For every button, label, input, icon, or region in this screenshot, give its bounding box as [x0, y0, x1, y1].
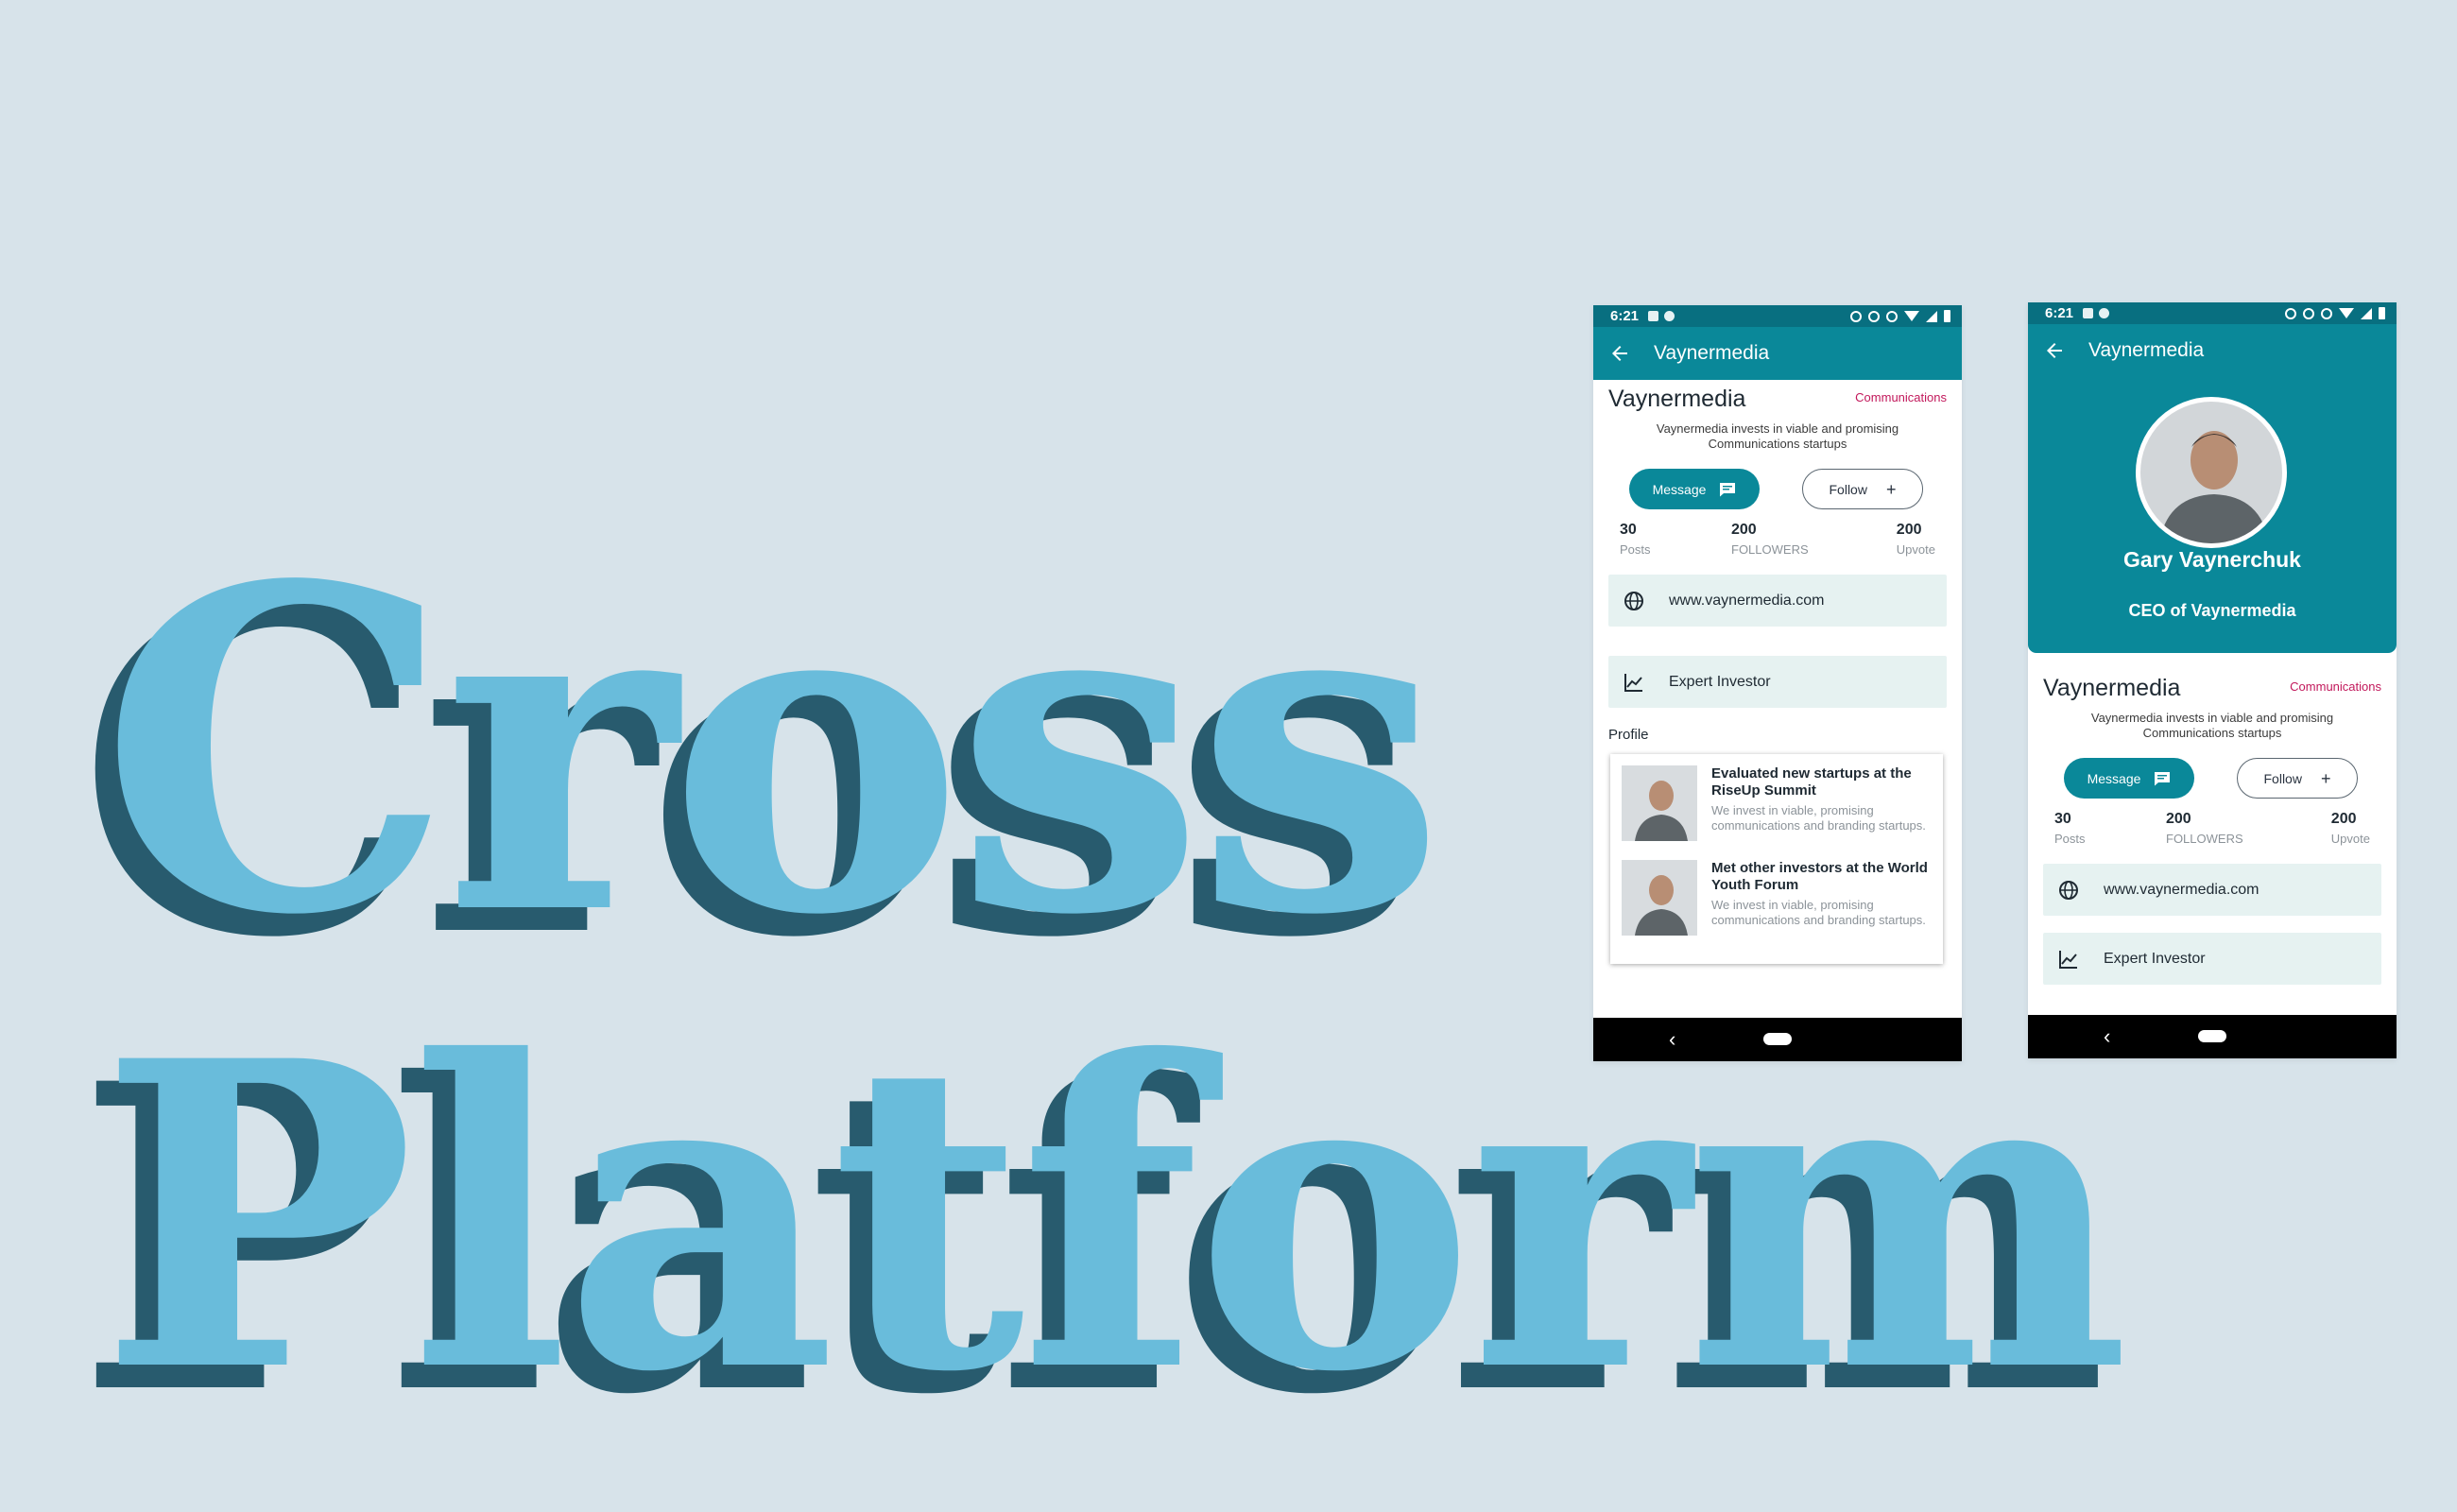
app-bar: Vaynermedia	[2028, 324, 2397, 377]
role-card[interactable]: Expert Investor	[2043, 933, 2381, 985]
chevron-left-icon[interactable]: ‹	[2104, 1024, 2110, 1049]
profile-hero: Gary Vaynerchuk CEO of Vaynermedia	[2028, 377, 2397, 653]
dnd-icon	[2321, 307, 2332, 319]
role-card[interactable]: Expert Investor	[1608, 656, 1947, 708]
headline-line-cross: Cross	[99, 490, 1445, 1012]
stat-upvote: 200 Upvote	[2330, 811, 2370, 846]
chat-icon	[2154, 771, 2171, 786]
message-button[interactable]: Message	[1629, 469, 1760, 509]
post-item[interactable]: Evaluated new startups at the RiseUp Sum…	[1622, 765, 1933, 855]
app-bar-title: Vaynermedia	[2088, 339, 2205, 361]
stat-followers: 200 FOLLOWERS	[2166, 811, 2243, 846]
post-title: Evaluated new startups at the RiseUp Sum…	[1711, 765, 1912, 799]
company-content: Vaynermedia Communications Vaynermedia i…	[2028, 669, 2397, 985]
dnd-icon	[1886, 310, 1898, 322]
website-card[interactable]: www.vaynermedia.com	[2043, 864, 2381, 916]
company-category[interactable]: Communications	[2290, 679, 2381, 694]
notification-icon	[1648, 311, 1659, 321]
status-bar: 6:21	[2028, 302, 2397, 324]
signal-icon	[2361, 307, 2372, 319]
chevron-left-icon[interactable]: ‹	[1669, 1027, 1675, 1052]
wifi-icon	[2339, 308, 2354, 318]
company-name: Vaynermedia	[1608, 386, 1746, 412]
role-text: Expert Investor	[1669, 673, 1771, 690]
post-body: We invest in viable, promising communica…	[1711, 898, 1926, 927]
globe-icon	[1624, 591, 1644, 611]
home-pill-icon[interactable]	[1763, 1033, 1792, 1045]
arrow-left-icon[interactable]	[1608, 342, 1631, 365]
battery-icon	[1944, 310, 1950, 322]
alarm-icon	[1850, 310, 1862, 322]
website-link[interactable]: www.vaynermedia.com	[1669, 593, 1825, 610]
status-time: 6:21	[1610, 308, 1640, 324]
app-bar-title: Vaynermedia	[1654, 342, 1770, 364]
message-button-label: Message	[1652, 481, 1707, 497]
chat-icon	[1719, 482, 1736, 497]
posts-card: Evaluated new startups at the RiseUp Sum…	[1610, 754, 1943, 964]
battery-icon	[2379, 307, 2385, 319]
company-category[interactable]: Communications	[1855, 390, 1947, 404]
post-item[interactable]: Met other investors at the World Youth F…	[1622, 860, 1933, 950]
follow-button[interactable]: Follow +	[1802, 469, 1923, 509]
home-pill-icon[interactable]	[2198, 1030, 2226, 1042]
sync-icon	[1664, 311, 1675, 321]
follow-button-label: Follow	[2263, 770, 2302, 786]
company-description: Vaynermedia invests in viable and promis…	[1656, 421, 1899, 451]
globe-icon	[2058, 880, 2079, 901]
sync-icon	[2099, 308, 2110, 318]
company-content: Vaynermedia Communications Vaynermedia i…	[1593, 380, 1962, 964]
status-bar: 6:21	[1593, 305, 1962, 327]
plus-icon: +	[2320, 768, 2331, 788]
company-name: Vaynermedia	[2043, 675, 2181, 701]
avatar	[2136, 397, 2287, 548]
post-title: Met other investors at the World Youth F…	[1711, 860, 1928, 893]
message-button[interactable]: Message	[2064, 758, 2194, 799]
person-title: CEO of Vaynermedia	[2128, 601, 2296, 620]
post-thumbnail	[1622, 765, 1697, 841]
stat-followers: 200 FOLLOWERS	[1731, 522, 1809, 557]
company-description: Vaynermedia invests in viable and promis…	[2090, 711, 2334, 740]
stat-posts: 30 Posts	[2054, 811, 2086, 846]
stat-posts: 30 Posts	[1620, 522, 1651, 557]
role-text: Expert Investor	[2104, 950, 2206, 967]
signal-icon	[1926, 310, 1937, 322]
wifi-icon	[1904, 311, 1919, 321]
phone-screen-person: 6:21 Vaynermedia Gary Vaynerchuk CEO of …	[2028, 302, 2397, 1058]
plus-icon: +	[1885, 479, 1897, 499]
notification-icon	[2083, 308, 2094, 318]
person-name: Gary Vaynerchuk	[2123, 547, 2301, 572]
chart-line-icon	[1624, 672, 1644, 693]
post-thumbnail	[1622, 860, 1697, 936]
arrow-left-icon[interactable]	[2043, 339, 2066, 362]
vibrate-icon	[1868, 310, 1880, 322]
stats-row: 30 Posts 200 FOLLOWERS 200 Upvote	[2028, 807, 2397, 864]
system-nav-bar: ‹	[2028, 1015, 2397, 1058]
website-link[interactable]: www.vaynermedia.com	[2104, 882, 2259, 899]
stats-row: 30 Posts 200 FOLLOWERS 200 Upvote	[1593, 518, 1962, 575]
follow-button[interactable]: Follow +	[2237, 758, 2358, 799]
alarm-icon	[2285, 307, 2296, 319]
vibrate-icon	[2303, 307, 2314, 319]
system-nav-bar: ‹	[1593, 1018, 1962, 1061]
phone-screen-company: 6:21 Vaynermedia Vaynermedia Communicati…	[1593, 305, 1962, 1061]
status-time: 6:21	[2045, 305, 2074, 321]
app-bar: Vaynermedia	[1593, 327, 1962, 380]
headline-line-platform: Platform	[99, 970, 2130, 1464]
message-button-label: Message	[2087, 770, 2141, 786]
website-card[interactable]: www.vaynermedia.com	[1608, 575, 1947, 627]
stat-upvote: 200 Upvote	[1896, 522, 1935, 557]
chart-line-icon	[2058, 949, 2079, 970]
follow-button-label: Follow	[1829, 481, 1867, 497]
post-body: We invest in viable, promising communica…	[1711, 803, 1926, 833]
profile-section-label: Profile	[1608, 727, 1649, 743]
